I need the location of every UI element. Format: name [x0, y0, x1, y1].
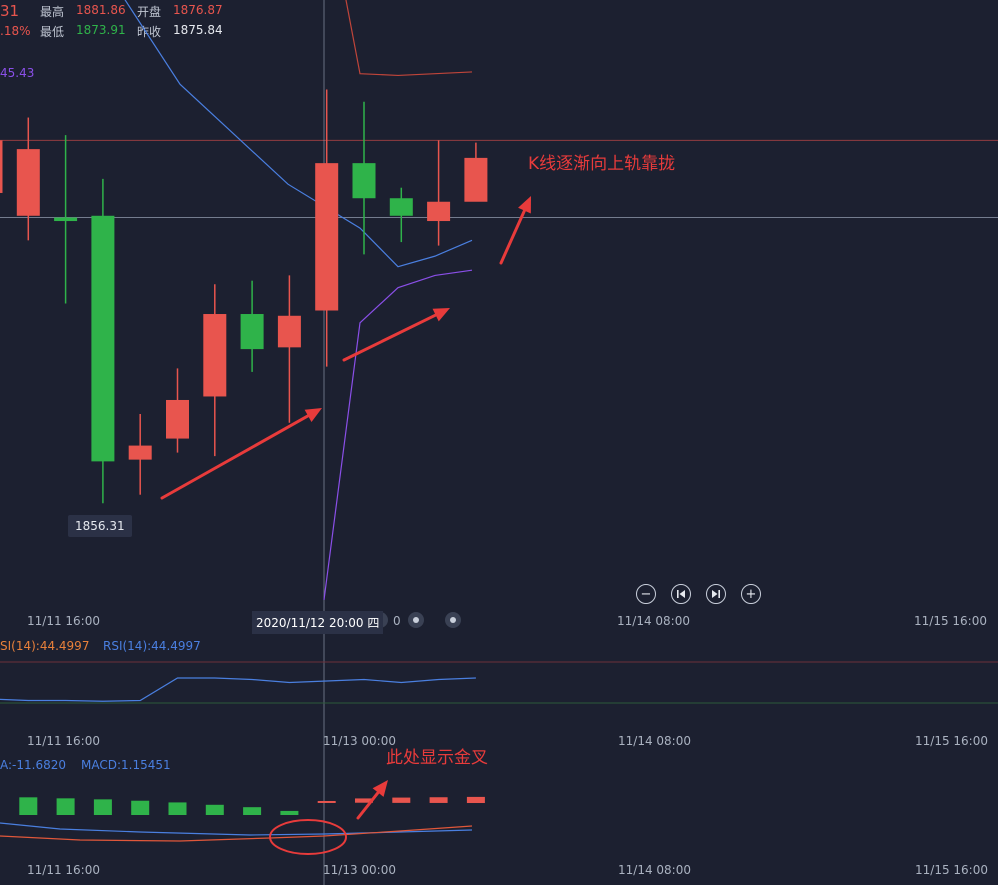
boll-mid-line [124, 0, 473, 268]
rsi-line [0, 677, 476, 702]
macd-dif-line [0, 822, 473, 836]
arrow-cross-shaft [356, 791, 380, 820]
macd-dea-line [0, 825, 473, 842]
candle-body [352, 163, 376, 199]
rsi-x-tick: 11/11 16:00 [27, 734, 100, 748]
candle-body [0, 140, 3, 193]
macd-value-label: MACD:1.15451 [81, 758, 171, 772]
step-back-button[interactable] [671, 584, 691, 604]
macd-bar [205, 804, 224, 815]
low-price-tooltip: 1856.31 [68, 515, 132, 537]
candle-body [427, 201, 451, 222]
zoom-out-button[interactable]: − [636, 584, 656, 604]
candle-body [128, 445, 152, 460]
chart-canvas[interactable] [0, 0, 998, 885]
candle-body [464, 157, 488, 202]
rsi-x-tick: 11/15 16:00 [915, 734, 988, 748]
macd-bar [392, 797, 411, 803]
candle-body [54, 217, 78, 222]
playback-dot[interactable] [408, 612, 424, 628]
candle-body [91, 215, 115, 462]
macd-bar [131, 800, 150, 815]
macd-bar [19, 797, 38, 815]
step-back-icon [677, 590, 685, 598]
macd-bar [429, 797, 448, 803]
annotation-upper-band: K线逐渐向上轨靠拢 [528, 154, 676, 174]
x-tick: 11/14 08:00 [617, 614, 690, 628]
rsi-label-2: RSI(14):44.4997 [103, 639, 201, 653]
plus-icon: + [745, 586, 757, 602]
macd-bar [317, 800, 336, 803]
crosshair-time-tail: 0 [393, 614, 401, 628]
zoom-in-button[interactable]: + [741, 584, 761, 604]
candle-body [240, 314, 264, 350]
macd-x-tick: 11/11 16:00 [27, 863, 100, 877]
macd-dea-label: A:-11.6820 [0, 758, 66, 772]
macd-bar [280, 810, 299, 815]
rsi-x-tick: 11/14 08:00 [618, 734, 691, 748]
candle-body [16, 149, 40, 216]
x-tick: 11/15 16:00 [914, 614, 987, 628]
macd-bar [466, 796, 485, 804]
macd-x-tick: 11/14 08:00 [618, 863, 691, 877]
arrow-up-shaft [499, 209, 526, 265]
candle-body [277, 315, 301, 348]
rsi-label-1: SI(14):44.4997 [0, 639, 90, 653]
candle-body [389, 198, 413, 216]
macd-x-tick: 11/13 00:00 [323, 863, 396, 877]
macd-x-tick: 11/15 16:00 [915, 863, 988, 877]
x-tick: 11/11 16:00 [27, 614, 100, 628]
minus-icon: − [640, 586, 652, 602]
macd-bar [243, 807, 262, 815]
macd-bar [56, 798, 75, 815]
annotation-golden-cross: 此处显示金叉 [386, 748, 488, 768]
candle-body [315, 163, 339, 311]
boll-lower-line [323, 269, 473, 601]
boll-upper-line [345, 0, 473, 77]
playback-dot[interactable] [445, 612, 461, 628]
candle-body [203, 314, 227, 397]
step-forward-button[interactable] [706, 584, 726, 604]
macd-bar [93, 799, 112, 815]
candle-body [166, 399, 189, 439]
step-forward-icon [712, 590, 720, 598]
crosshair-time-label: 2020/11/12 20:00 四 [252, 611, 384, 634]
macd-bar [168, 802, 187, 815]
